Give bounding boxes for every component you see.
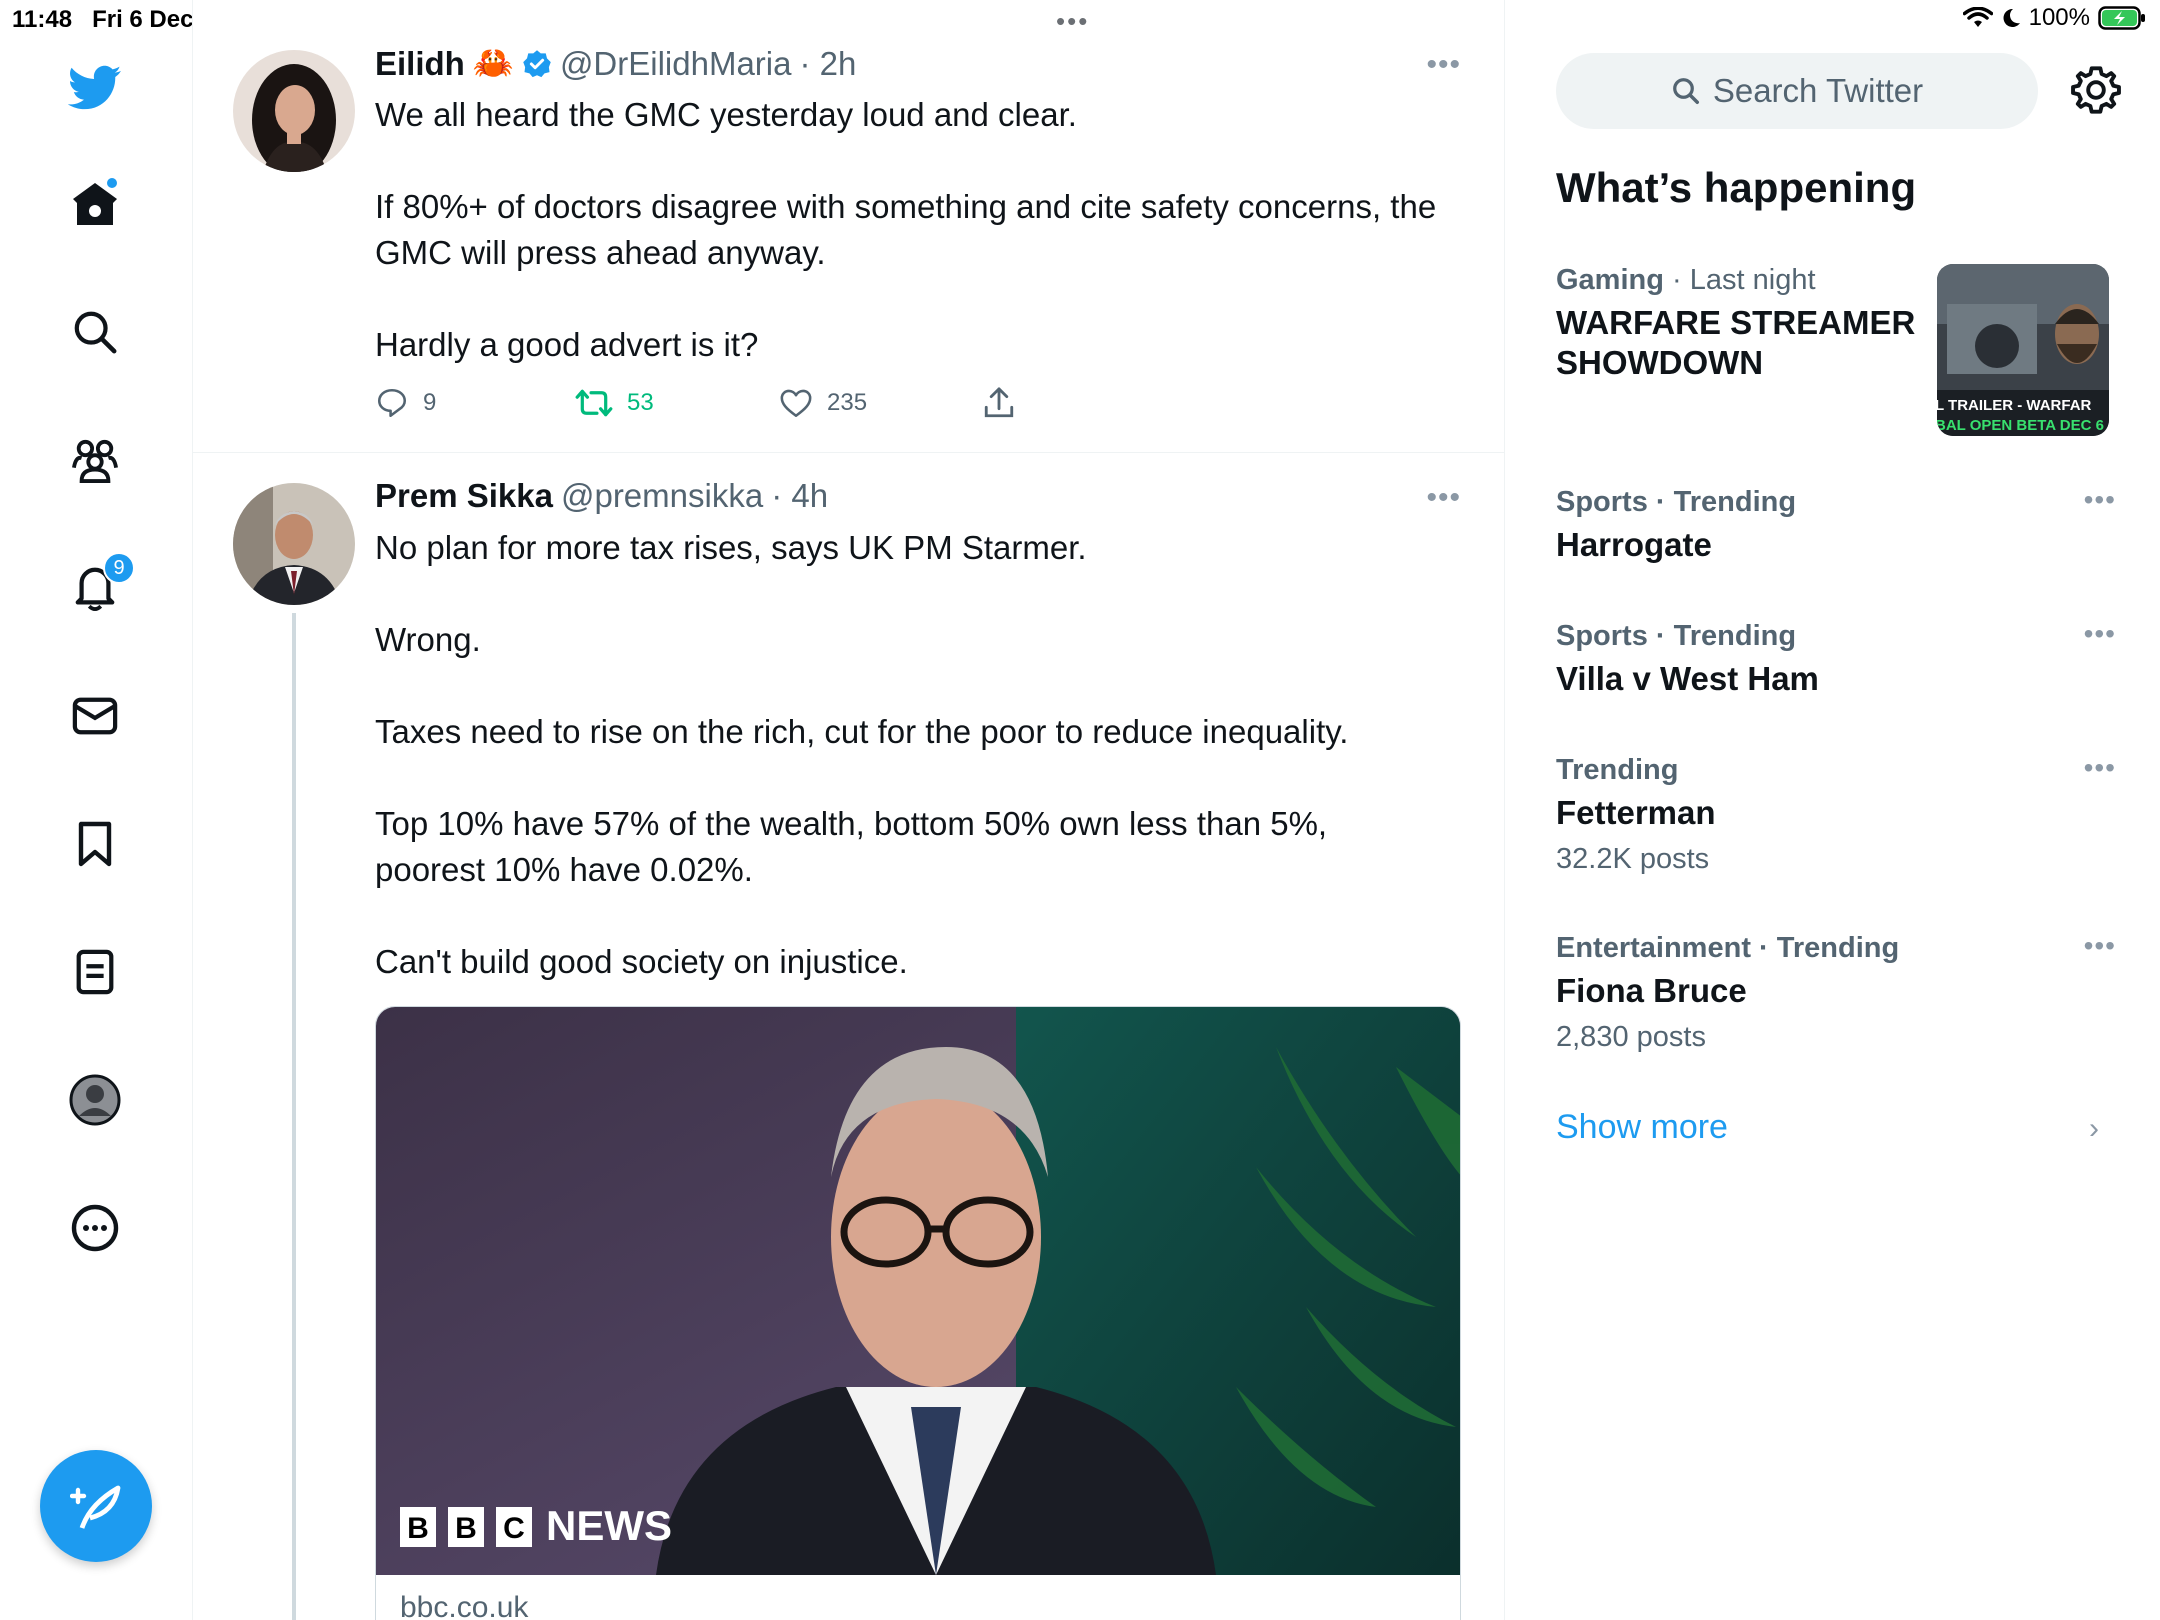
tweet-author-emoji: 🦀: [472, 44, 514, 81]
tweet-paragraph: Top 10% have 57% of the wealth, bottom 5…: [375, 805, 1328, 888]
trend-more-icon[interactable]: •••: [2084, 484, 2116, 516]
reply-count: 9: [423, 389, 437, 416]
communities-icon[interactable]: [67, 432, 123, 488]
retweet-icon: [575, 389, 613, 417]
trend-category: Gaming: [1556, 264, 1664, 296]
share-icon: [984, 387, 1014, 418]
compose-feather-icon: [70, 1485, 121, 1529]
trend-category: Sports · Trending: [1556, 486, 1797, 518]
tweet-more-icon[interactable]: •••: [1426, 481, 1461, 515]
svg-text:B: B: [407, 1512, 429, 1545]
left-nav: 9: [0, 0, 193, 1620]
trend-post-count: 2,830 posts: [1556, 1021, 1706, 1053]
trend-more-icon[interactable]: •••: [2084, 752, 2116, 784]
settings-gear-icon[interactable]: [2070, 64, 2122, 116]
avatar[interactable]: [233, 50, 355, 172]
share-button[interactable]: [983, 386, 1015, 420]
reply-icon: [377, 388, 407, 418]
chevron-right-icon[interactable]: ›: [2089, 1112, 2099, 1146]
tweet-author-handle[interactable]: @DrEilidhMaria: [560, 45, 792, 83]
notifications-bell-icon[interactable]: 9: [67, 552, 135, 616]
tweet-paragraph: No plan for more tax rises, says UK PM S…: [375, 529, 1087, 566]
trend-item[interactable]: Trending Fetterman 32.2K posts •••: [1556, 752, 2116, 876]
tweet-paragraph: Wrong.: [375, 621, 481, 658]
svg-text:NEWS: NEWS: [546, 1502, 672, 1549]
trend-more-icon[interactable]: •••: [2084, 618, 2116, 650]
retweet-button[interactable]: 53: [575, 386, 779, 420]
profile-avatar-icon[interactable]: [67, 1072, 123, 1128]
lists-icon[interactable]: [67, 944, 123, 1000]
tweet-more-icon[interactable]: •••: [1426, 48, 1461, 82]
trend-name: Villa v West Ham: [1556, 660, 1819, 697]
like-button[interactable]: 235: [779, 386, 983, 420]
trend-thumb-text: L TRAILER - WARFAR: [1937, 397, 2092, 414]
trend-meta: Gaming · Last night: [1556, 264, 1926, 297]
timeline: Eilidh 🦀 @DrEilidhMaria · 2h ••• We all …: [193, 0, 1505, 1620]
compose-tweet-button[interactable]: [40, 1450, 152, 1562]
trend-name: WARFARE STREAMER SHOWDOWN: [1556, 304, 1916, 381]
trend-name: Fiona Bruce: [1556, 972, 1747, 1009]
verified-badge-icon: [523, 49, 551, 77]
search-icon[interactable]: [67, 304, 123, 360]
trend-post-count: 32.2K posts: [1556, 843, 1710, 875]
trend-category: Entertainment · Trending: [1556, 932, 1900, 964]
right-sidebar: Search Twitter What’s happening Gaming ·…: [1505, 0, 2160, 1620]
trend-thumb-text: BAL OPEN BETA DEC 6: [1937, 417, 2104, 434]
tweet-paragraph: Hardly a good advert is it?: [375, 326, 759, 363]
tweet-actions: 9 53 235: [375, 386, 1015, 420]
trend-item[interactable]: Entertainment · Trending Fiona Bruce 2,8…: [1556, 930, 2116, 1054]
trend-thumbnail[interactable]: L TRAILER - WARFAR BAL OPEN BETA DEC 6: [1937, 264, 2109, 436]
trend-name: Fetterman: [1556, 794, 1716, 831]
tweet-author-handle[interactable]: @premnsikka: [561, 477, 763, 515]
bookmark-icon[interactable]: [67, 816, 123, 872]
notifications-badge: 9: [103, 552, 135, 584]
tweet-timestamp[interactable]: · 4h: [771, 477, 828, 515]
whats-happening-title: What’s happening: [1556, 164, 1917, 211]
trend-item[interactable]: Gaming · Last night WARFARE STREAMER SHO…: [1556, 264, 1926, 383]
home-icon[interactable]: [67, 176, 123, 232]
show-more-link[interactable]: Show more: [1556, 1108, 1728, 1147]
tweet-paragraph: Taxes need to rise on the rich, cut for …: [375, 713, 1349, 750]
trend-category: Trending: [1556, 754, 1679, 786]
avatar[interactable]: [233, 483, 355, 605]
tweet-paragraph: We all heard the GMC yesterday loud and …: [375, 96, 1077, 133]
tweet-text: We all heard the GMC yesterday loud and …: [375, 92, 1445, 368]
retweet-count: 53: [627, 389, 654, 416]
twitter-logo-icon[interactable]: [67, 60, 123, 116]
like-count: 235: [827, 389, 868, 416]
tweet-text: No plan for more tax rises, says UK PM S…: [375, 525, 1445, 985]
tweet-paragraph: If 80%+ of doctors disagree with somethi…: [375, 188, 1437, 271]
trend-item[interactable]: Sports · Trending Villa v West Ham •••: [1556, 618, 2116, 699]
search-icon: [1672, 78, 1699, 104]
search-box[interactable]: Search Twitter: [1556, 53, 2038, 129]
reply-button[interactable]: 9: [375, 386, 575, 420]
trend-more-icon[interactable]: •••: [2084, 930, 2116, 962]
trend-item[interactable]: Sports · Trending Harrogate •••: [1556, 484, 2116, 565]
link-card[interactable]: B B C NEWS bbc.co.uk: [375, 1006, 1461, 1620]
tweet-author-name[interactable]: Eilidh: [375, 45, 465, 83]
trend-context: · Last night: [1672, 264, 1816, 296]
tweet-author-name[interactable]: Prem Sikka: [375, 477, 553, 515]
heart-icon: [780, 389, 812, 418]
messages-mail-icon[interactable]: [67, 688, 123, 744]
more-options-icon[interactable]: [67, 1200, 123, 1256]
link-card-image[interactable]: B B C NEWS: [376, 1007, 1460, 1575]
trend-category: Sports · Trending: [1556, 620, 1797, 652]
link-card-domain[interactable]: bbc.co.uk: [400, 1591, 528, 1620]
home-unread-dot: [105, 176, 119, 190]
tweet-timestamp[interactable]: · 2h: [800, 45, 857, 83]
thread-line: [292, 613, 296, 1620]
svg-text:C: C: [503, 1512, 525, 1545]
search-placeholder: Search Twitter: [1712, 72, 1924, 109]
trend-name: Harrogate: [1556, 526, 1712, 563]
tweet-paragraph: Can't build good society on injustice.: [375, 943, 908, 980]
svg-text:B: B: [455, 1512, 477, 1545]
